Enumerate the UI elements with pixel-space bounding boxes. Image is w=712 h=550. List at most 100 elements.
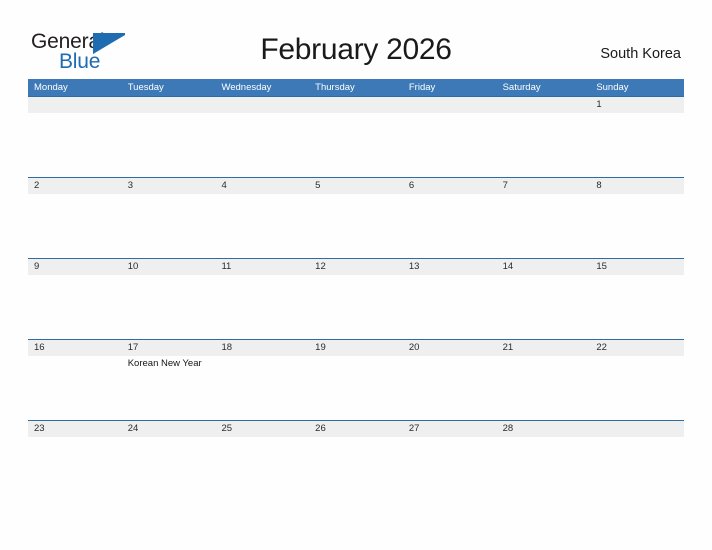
calendar-grid: Monday Tuesday Wednesday Thursday Friday… (28, 79, 684, 501)
day-number: 17 (127, 342, 139, 353)
day-cell-date[interactable]: 26 (309, 421, 403, 437)
dow-header-friday: Friday (408, 82, 436, 93)
day-cell-date[interactable]: 7 (497, 178, 591, 194)
day-number: 20 (408, 342, 420, 353)
day-number: 15 (596, 261, 607, 272)
day-cell-date[interactable]: 20 (403, 340, 497, 356)
day-number: 18 (221, 342, 233, 353)
dow-header-sunday: Sunday (596, 82, 629, 93)
day-cell-events[interactable] (590, 356, 684, 421)
day-cell-date[interactable]: 16 (28, 340, 122, 356)
day-cell-date[interactable]: 1 (590, 97, 684, 113)
day-number: 28 (502, 423, 514, 434)
day-cell-date[interactable]: 15 (590, 259, 684, 275)
day-cell-events[interactable] (403, 113, 497, 178)
day-cell-date[interactable]: 10 (122, 259, 216, 275)
day-cell-date[interactable] (590, 421, 684, 437)
day-cell-date[interactable]: 21 (497, 340, 591, 356)
dow-header-thursday: Thursday (315, 82, 355, 93)
day-cell-date[interactable]: 5 (309, 178, 403, 194)
day-cell-events[interactable] (122, 275, 216, 340)
day-number: 9 (34, 261, 40, 272)
day-cell-date[interactable]: 2 (28, 178, 122, 194)
day-cell-events[interactable] (309, 437, 403, 502)
day-number: 19 (315, 342, 326, 353)
day-cell-events[interactable] (497, 113, 591, 178)
day-cell-events[interactable]: Korean New Year (122, 356, 216, 421)
day-cell-events[interactable] (215, 356, 309, 421)
day-cell-date[interactable] (28, 97, 122, 113)
day-cell-date[interactable]: 3 (122, 178, 216, 194)
day-cell-events[interactable] (590, 437, 684, 502)
day-cell-date[interactable] (215, 97, 309, 113)
event-label: Korean New Year (127, 358, 202, 369)
week-row: 23 24 25 26 27 28 (28, 420, 684, 501)
week-date-strip: 23 24 25 26 27 28 (28, 421, 684, 437)
day-cell-events[interactable] (215, 113, 309, 178)
day-cell-date[interactable]: 9 (28, 259, 122, 275)
day-cell-date[interactable] (497, 97, 591, 113)
day-cell-events[interactable] (403, 275, 497, 340)
day-cell-date[interactable] (403, 97, 497, 113)
day-number: 11 (221, 261, 232, 272)
day-cell-events[interactable] (28, 113, 122, 178)
day-cell-date[interactable]: 23 (28, 421, 122, 437)
week-date-strip: 2 3 4 5 6 7 8 (28, 178, 684, 194)
day-cell-date[interactable]: 11 (215, 259, 309, 275)
day-cell-date[interactable]: 13 (403, 259, 497, 275)
day-cell-events[interactable] (28, 356, 122, 421)
day-cell-events[interactable] (215, 275, 309, 340)
day-cell-events[interactable] (122, 437, 216, 502)
day-cell-date[interactable]: 22 (590, 340, 684, 356)
day-cell-date[interactable]: 24 (122, 421, 216, 437)
day-cell-events[interactable] (215, 437, 309, 502)
week-event-area (28, 437, 684, 502)
day-cell-events[interactable] (497, 437, 591, 502)
day-cell-date[interactable]: 17 (122, 340, 216, 356)
day-cell-date[interactable] (309, 97, 403, 113)
day-cell-date[interactable] (122, 97, 216, 113)
day-cell-events[interactable] (497, 275, 591, 340)
day-cell-events[interactable] (590, 194, 684, 259)
dow-header-tuesday: Tuesday (127, 82, 164, 93)
day-cell-events[interactable] (403, 356, 497, 421)
day-cell-events[interactable] (28, 194, 122, 259)
day-cell-date[interactable]: 14 (497, 259, 591, 275)
day-number: 4 (221, 180, 227, 191)
week-date-strip: 16 17 18 19 20 21 22 (28, 340, 684, 356)
day-number: 5 (315, 180, 321, 191)
day-cell-events[interactable] (590, 113, 684, 178)
week-row: 1 (28, 96, 684, 177)
day-cell-events[interactable] (28, 437, 122, 502)
day-cell-date[interactable]: 4 (215, 178, 309, 194)
day-number: 24 (127, 423, 139, 434)
calendar-page: General Blue February 2026 South Korea M… (0, 0, 712, 550)
day-cell-events[interactable] (497, 194, 591, 259)
day-cell-events[interactable] (215, 194, 309, 259)
day-cell-date[interactable]: 27 (403, 421, 497, 437)
week-date-strip: 9 10 11 12 13 14 15 (28, 259, 684, 275)
day-cell-date[interactable]: 25 (215, 421, 309, 437)
day-cell-events[interactable] (122, 194, 216, 259)
dow-header-monday: Monday (34, 82, 68, 93)
day-cell-events[interactable] (309, 113, 403, 178)
day-cell-events[interactable] (403, 437, 497, 502)
day-cell-date[interactable]: 19 (309, 340, 403, 356)
day-cell-events[interactable] (309, 275, 403, 340)
day-number: 3 (127, 180, 134, 191)
day-cell-events[interactable] (590, 275, 684, 340)
day-cell-date[interactable]: 18 (215, 340, 309, 356)
day-cell-events[interactable] (309, 356, 403, 421)
week-event-area (28, 275, 684, 340)
day-cell-events[interactable] (309, 194, 403, 259)
day-number: 22 (596, 342, 607, 353)
day-cell-date[interactable]: 12 (309, 259, 403, 275)
day-cell-events[interactable] (28, 275, 122, 340)
day-cell-date[interactable]: 6 (403, 178, 497, 194)
day-cell-events[interactable] (497, 356, 591, 421)
day-cell-events[interactable] (122, 113, 216, 178)
day-cell-events[interactable] (403, 194, 497, 259)
week-row: 2 3 4 5 6 7 8 (28, 177, 684, 258)
day-cell-date[interactable]: 28 (497, 421, 591, 437)
day-cell-date[interactable]: 8 (590, 178, 684, 194)
